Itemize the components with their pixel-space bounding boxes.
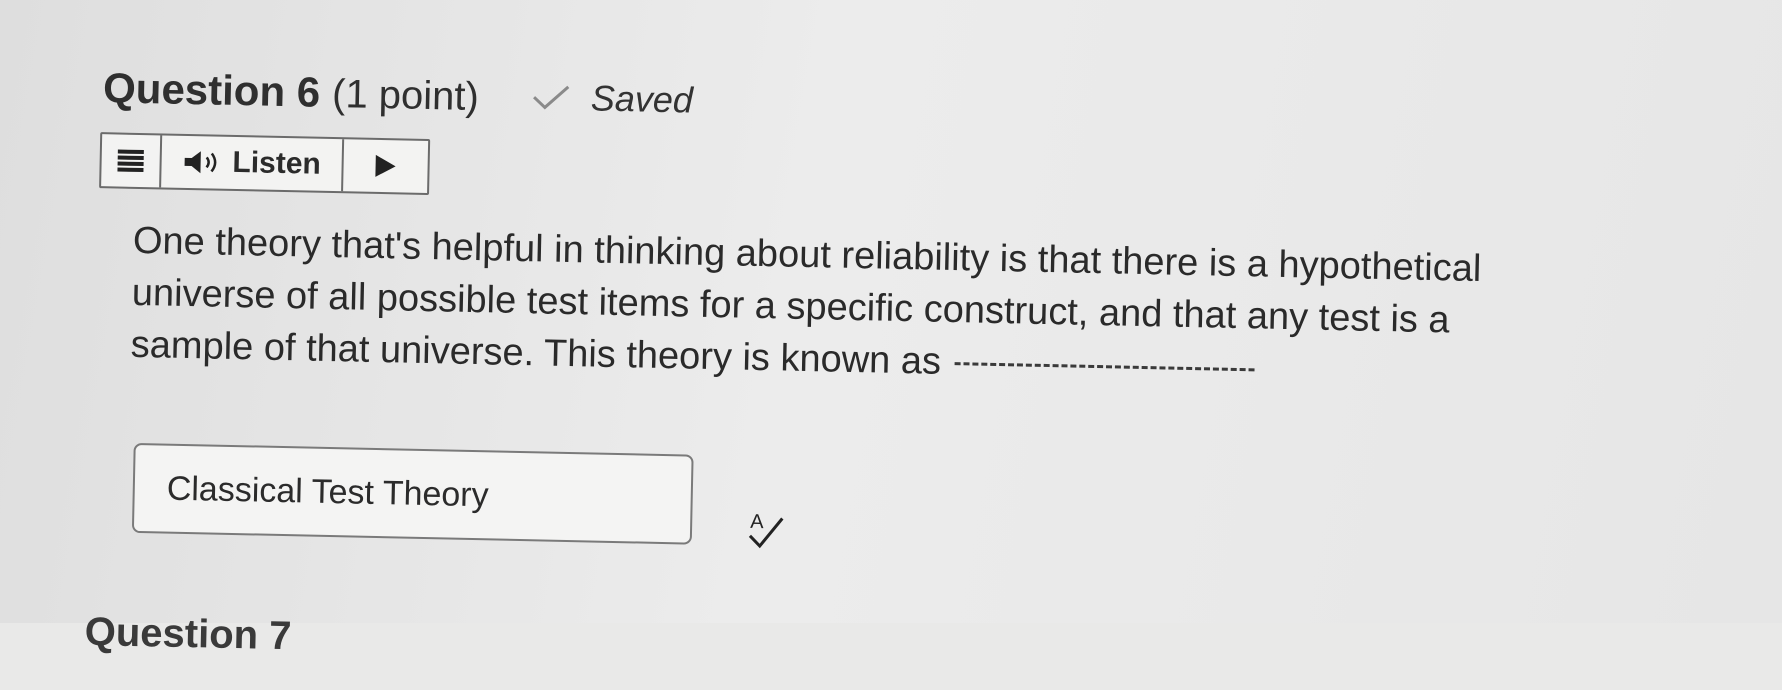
speaker-icon <box>184 151 217 174</box>
listen-label: Listen <box>232 145 322 181</box>
play-icon <box>375 154 396 178</box>
question-text-fragment: sample of that universe. This theory is … <box>130 323 942 383</box>
fill-in-blank <box>954 362 1255 372</box>
answer-input[interactable] <box>131 442 694 545</box>
play-button[interactable] <box>343 139 428 193</box>
read-aloud-toolbar: Listen <box>99 132 431 196</box>
quiz-question-panel: Question 6 (1 point) Saved Listen One th… <box>0 0 1782 660</box>
listen-button[interactable]: Listen <box>161 135 345 192</box>
spellcheck-icon[interactable]: A <box>744 506 791 553</box>
check-icon <box>532 85 570 110</box>
svg-text:A: A <box>750 511 764 533</box>
menu-icon <box>117 149 144 173</box>
question-header: Question 6 (1 point) Saved <box>103 64 694 124</box>
saved-label: Saved <box>590 77 694 121</box>
next-question-title: Question 7 <box>84 609 292 659</box>
question-title: Question 6 <box>102 64 321 116</box>
question-text: One theory that's helpful in thinking ab… <box>130 215 1663 403</box>
saved-status: Saved <box>530 76 693 121</box>
question-points: (1 point) <box>331 71 480 120</box>
read-aloud-menu-button[interactable] <box>101 134 163 188</box>
